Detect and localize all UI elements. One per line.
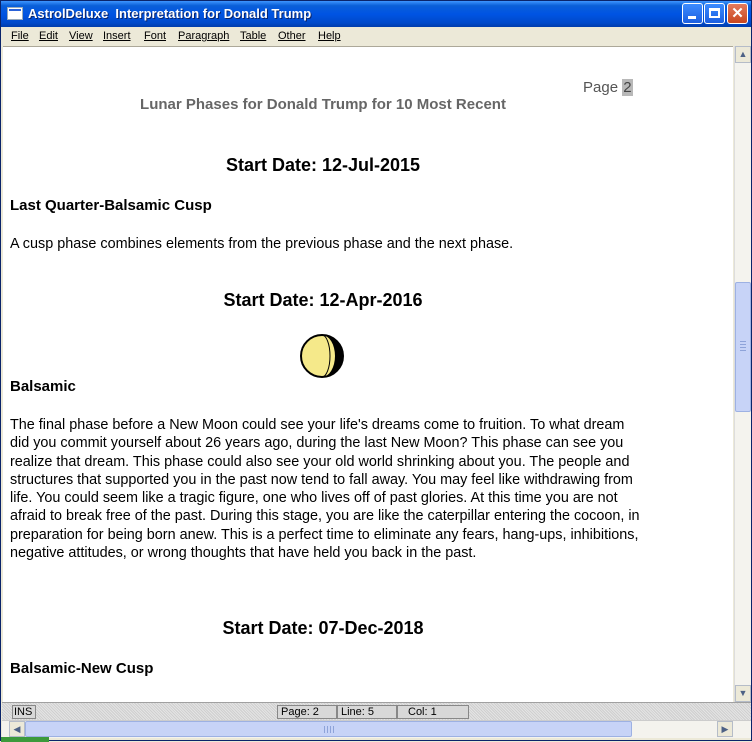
page-number: 2 [622, 79, 633, 96]
grip-icon [740, 341, 746, 342]
maximize-button[interactable] [704, 3, 725, 24]
minimize-button[interactable] [682, 3, 703, 24]
phase-heading: Balsamic-New Cusp [10, 660, 154, 677]
grip-icon [324, 726, 325, 733]
close-icon: ✕ [731, 5, 744, 22]
close-button[interactable]: ✕ [727, 3, 748, 24]
menu-view[interactable]: View [69, 30, 93, 42]
vertical-scroll-thumb[interactable] [735, 282, 751, 412]
start-date-heading: Start Date: 12-Jul-2015 [225, 155, 421, 175]
scroll-down-button[interactable]: ▼ [735, 685, 751, 702]
menu-other[interactable]: Other [278, 30, 306, 42]
scroll-up-button[interactable]: ▲ [735, 46, 751, 63]
phase-heading: Balsamic [10, 378, 76, 395]
status-line: Line: 5 [337, 705, 397, 719]
menu-font[interactable]: Font [144, 30, 166, 42]
chevron-up-icon: ▲ [738, 49, 748, 59]
menu-file[interactable]: File [11, 30, 29, 42]
maximize-icon [709, 8, 720, 18]
chevron-down-icon: ▼ [738, 688, 748, 698]
balsamic-moon-icon [300, 334, 344, 378]
vertical-scrollbar[interactable]: ▲ ▼ [734, 46, 751, 702]
status-page: Page: 2 [277, 705, 337, 719]
page-indicator: Page 2 [583, 79, 633, 96]
chevron-left-icon: ◀ [13, 724, 21, 734]
status-col: Col: 1 [397, 705, 469, 719]
page-label: Page [583, 79, 619, 96]
status-bar: INS Page: 2 Line: 5 Col: 1 [2, 702, 751, 721]
chevron-right-icon: ▶ [721, 724, 729, 734]
menu-edit[interactable]: Edit [39, 30, 58, 42]
menu-insert[interactable]: Insert [103, 30, 131, 42]
menu-table[interactable]: Table [240, 30, 266, 42]
title-bar[interactable]: AstrolDeluxe Interpretation for Donald T… [1, 1, 751, 27]
insert-mode-indicator: INS [12, 705, 36, 719]
app-icon[interactable] [7, 7, 23, 20]
menu-bar: File Edit View Insert Font Paragraph Tab… [2, 27, 751, 46]
app-window: AstrolDeluxe Interpretation for Donald T… [0, 0, 752, 742]
taskbar-strip [1, 737, 49, 742]
report-title: Lunar Phases for Donald Trump for 10 Mos… [140, 96, 506, 113]
horizontal-scrollbar[interactable]: ◀ ▶ [2, 720, 751, 738]
start-date-heading: Start Date: 07-Dec-2018 [222, 618, 424, 638]
minimize-icon [688, 16, 696, 19]
menu-paragraph[interactable]: Paragraph [178, 30, 229, 42]
start-date-heading: Start Date: 12-Apr-2016 [223, 290, 423, 310]
document-area[interactable]: Page 2 Lunar Phases for Donald Trump for… [3, 46, 733, 703]
phase-description: A cusp phase combines elements from the … [10, 236, 514, 252]
scroll-left-button[interactable]: ◀ [9, 721, 25, 737]
window-title: AstrolDeluxe Interpretation for Donald T… [28, 6, 312, 21]
phase-description: The final phase before a New Moon could … [10, 417, 640, 562]
horizontal-scroll-thumb[interactable] [25, 721, 632, 737]
phase-heading: Last Quarter-Balsamic Cusp [10, 197, 212, 214]
menu-help[interactable]: Help [318, 30, 341, 42]
scroll-right-button[interactable]: ▶ [717, 721, 733, 737]
